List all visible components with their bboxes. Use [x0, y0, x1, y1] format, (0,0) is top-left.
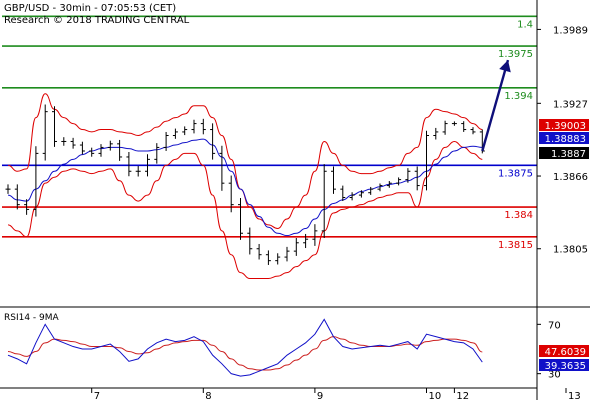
- x-tick-label: 7: [94, 391, 100, 400]
- x-tick-label: 9: [317, 391, 323, 400]
- level-label: 1.3875: [498, 168, 533, 179]
- price-tag-label: 39.3635: [545, 361, 586, 372]
- x-tick-label: 10: [429, 391, 442, 400]
- rsi-tick-label: 70: [548, 320, 561, 331]
- x-tick-label: 8: [205, 391, 211, 400]
- moving-average-line: [7, 138, 483, 237]
- rsi-ma-line: [7, 336, 483, 371]
- x-tick-label: 12: [456, 391, 469, 400]
- y-tick-label: 1.3866: [553, 172, 588, 183]
- price-tag-label: 1.39003: [545, 121, 586, 132]
- level-label: 1.394: [504, 91, 533, 102]
- chart-canvas: 1.4 1.3975 1.394 1.3875 1.384 1.3815 1.3989 1.…: [0, 0, 590, 400]
- price-tag-label: 1.3887: [551, 149, 586, 160]
- x-tick-label: 13: [568, 391, 581, 400]
- chart-root: 1.4 1.3975 1.394 1.3875 1.384 1.3815 1.3989 1.…: [0, 0, 590, 400]
- bollinger-lower-line: [7, 140, 483, 280]
- projection-arrow-head: [499, 60, 511, 73]
- level-label: 1.4: [517, 19, 533, 30]
- y-tick-label: 1.3927: [553, 99, 588, 110]
- chart-title: GBP/USD - 30min - 07:05:53 (CET): [4, 3, 176, 14]
- rsi-panel-label: RSI14 - 9MA: [4, 313, 60, 323]
- rsi-line: [7, 318, 483, 377]
- level-label: 1.384: [504, 210, 533, 221]
- chart-subtitle: Research © 2018 TRADING CENTRAL: [4, 15, 190, 26]
- y-tick-label: 1.3805: [553, 245, 588, 256]
- projection-arrow-line: [481, 59, 510, 152]
- price-tag-label: 47.6039: [545, 347, 586, 358]
- level-label: 1.3975: [498, 49, 533, 60]
- y-tick-label: 1.3989: [553, 25, 588, 36]
- bollinger-upper-line: [7, 93, 483, 229]
- level-label: 1.3815: [498, 240, 533, 251]
- price-tag-label: 1.38883: [545, 134, 586, 145]
